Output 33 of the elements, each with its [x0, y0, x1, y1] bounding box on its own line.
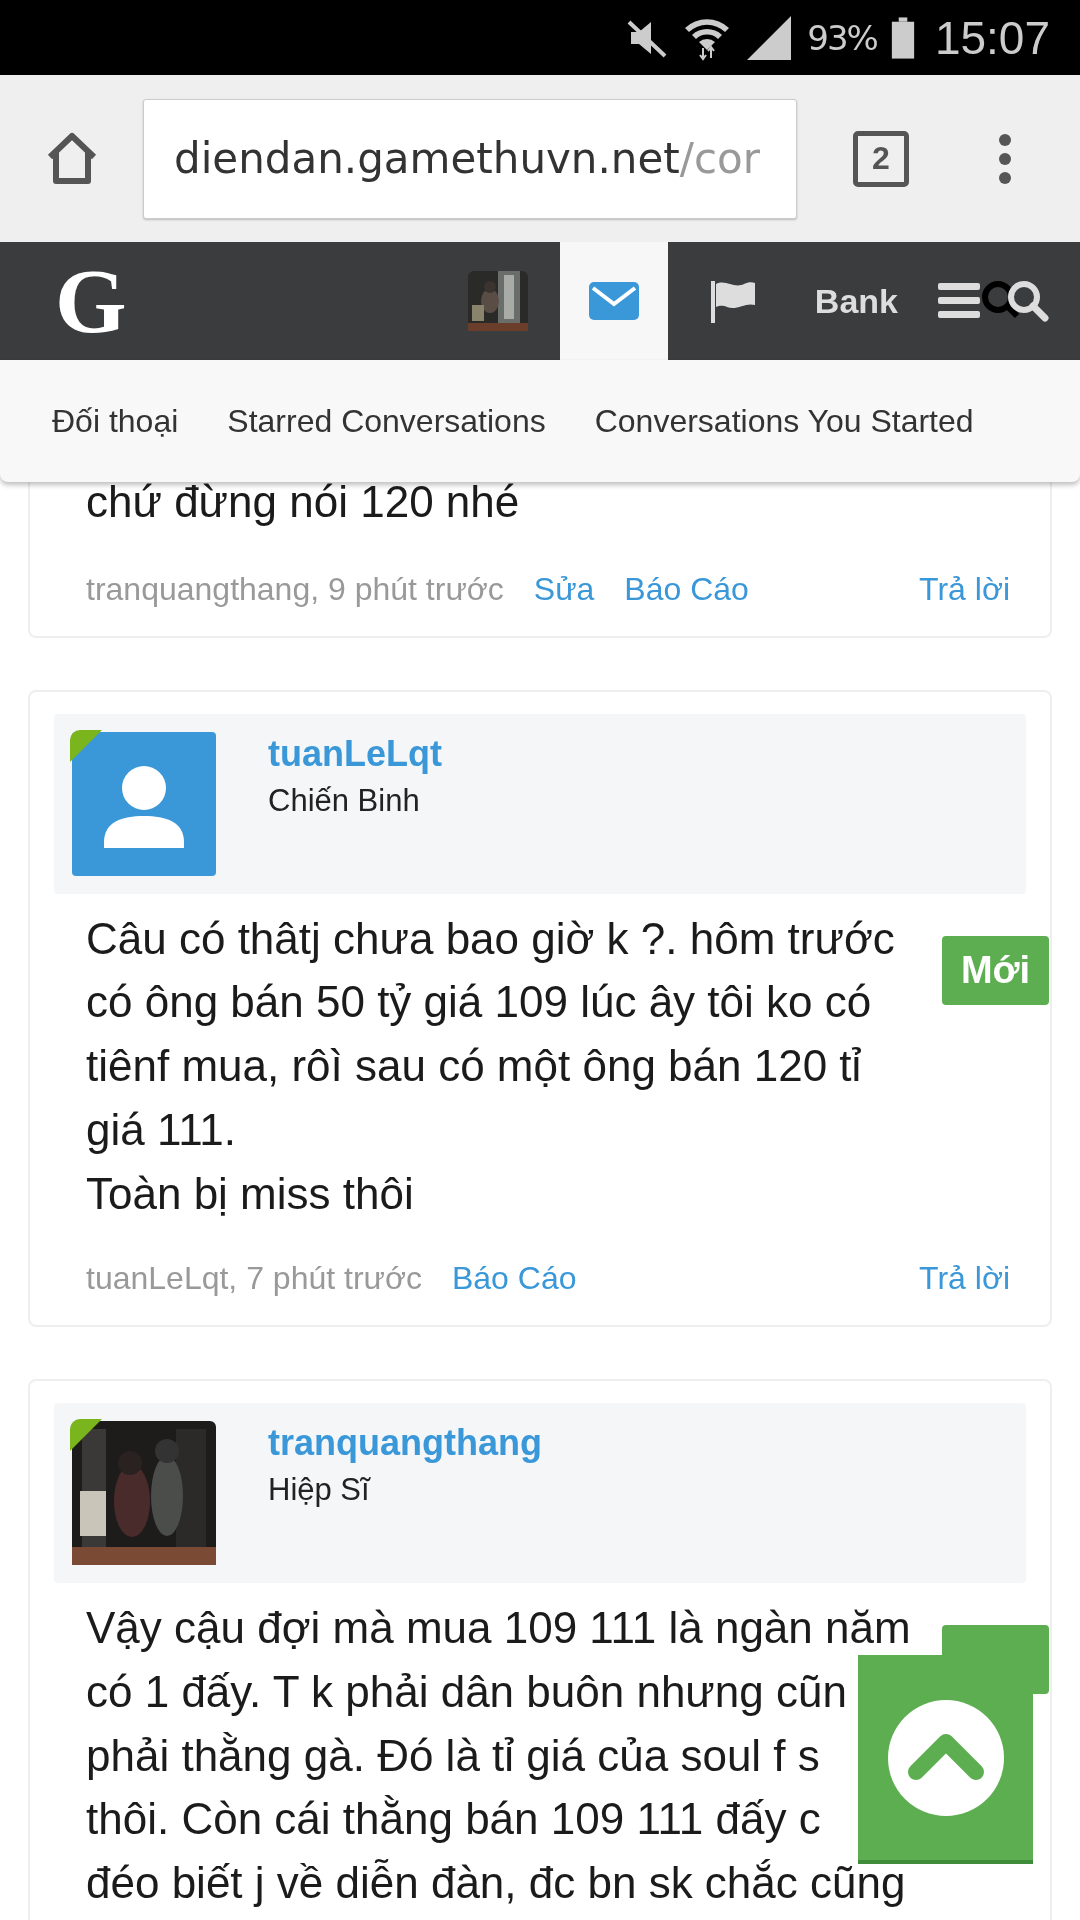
post-meta: tuanLeLqt, 7 phút trước — [86, 1259, 422, 1299]
envelope-icon — [588, 282, 639, 320]
address-bar[interactable]: diendan.gamethuvn.net/cor — [143, 98, 797, 219]
message-text: có 1 đấy. T k phải dân buôn nhưng cũn — [86, 1665, 848, 1718]
message-text: chứ đừng nói 120 nhé — [86, 476, 521, 528]
message-text: thôi. Còn cái thằng bán 109 111 đấy c — [86, 1793, 822, 1846]
battery-percent: 93% — [807, 17, 877, 58]
message-text: đéo biết j về diễn đàn, đc bn sk chắc cũng — [86, 1857, 907, 1910]
nav-tab[interactable]: Bank — [756, 242, 938, 360]
message-text: tiênf mua, rôì sau có một ông bán 120 tỉ — [86, 1040, 863, 1093]
user-rank: Hiệp Sĩ — [268, 1471, 372, 1510]
message-text: Toàn bị miss thôi — [86, 1167, 415, 1220]
new-badge: Mới — [942, 935, 1049, 1005]
post-meta: tranquangthang, 9 phút trước — [86, 569, 504, 609]
submenu-link[interactable]: Starred Conversations — [227, 402, 546, 440]
submenu-link[interactable]: Đối thoại — [52, 402, 179, 440]
clock: 15:07 — [934, 10, 1050, 65]
user-rank: Chiến Binh — [268, 781, 421, 820]
message-text: Câu có thâtj chưa bao giờ k ?. hôm trước — [86, 912, 896, 965]
flag-icon — [708, 279, 757, 323]
battery-icon — [890, 15, 915, 60]
message-text: có ông bán 50 tỷ giá 109 lúc ây tôi ko có — [86, 976, 873, 1029]
message-text: Vậy cậu đợi mà mua 109 111 là ngàn năm — [86, 1602, 912, 1655]
bank-label: Bank — [814, 281, 898, 321]
message-text: giá 111. — [86, 1103, 238, 1156]
menu-icon[interactable] — [997, 132, 1013, 185]
site-logo[interactable]: G — [55, 255, 127, 347]
hamburger-icon — [938, 283, 980, 319]
message-text: phải thằng gà. Đó là tỉ giá của soul f s — [86, 1729, 821, 1782]
avatar-icon[interactable] — [72, 731, 216, 876]
chevron-up-icon — [887, 1699, 1004, 1816]
tab-count-button[interactable]: 2 — [853, 130, 909, 187]
submenu-link[interactable]: Conversations You Started — [594, 402, 974, 440]
